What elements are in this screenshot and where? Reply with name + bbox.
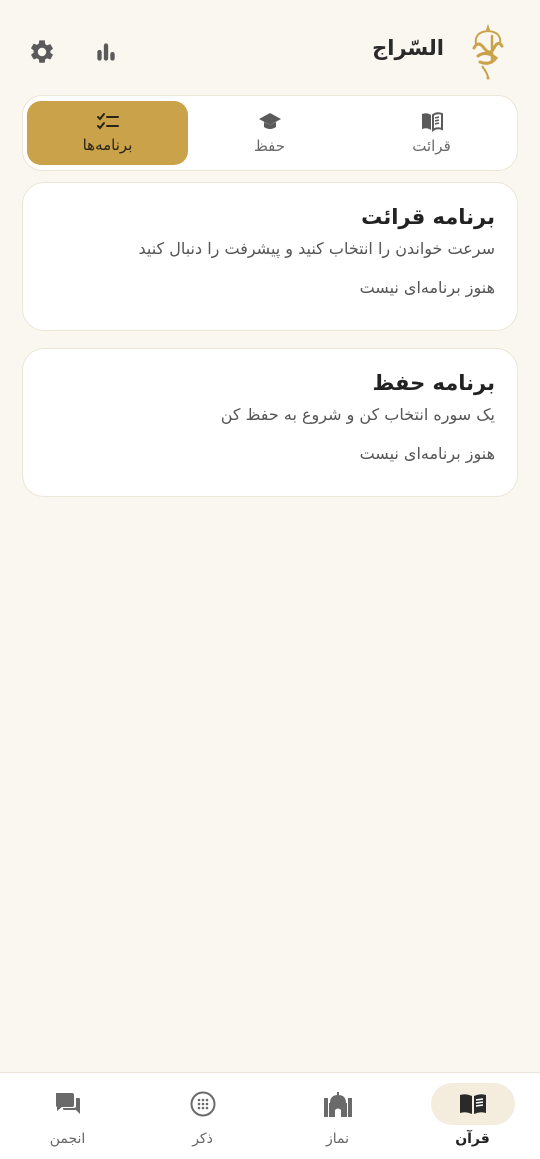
tab-reading-label: قرائت	[412, 137, 451, 155]
tab-memorize[interactable]: حفظ	[189, 101, 350, 165]
checklist-icon	[96, 113, 119, 130]
nav-quran[interactable]: قرآن	[405, 1073, 540, 1159]
nav-prayer[interactable]: نماز	[270, 1073, 405, 1159]
card-subtitle: سرعت خواندن را انتخاب کنید و پیشرفت را د…	[138, 239, 495, 258]
nav-community-label: انجمن	[49, 1131, 86, 1147]
nav-dhikr[interactable]: ذکر	[135, 1073, 270, 1159]
nav-icon-container	[430, 1083, 515, 1125]
open-book-icon	[421, 112, 443, 132]
nav-community[interactable]: انجمن	[0, 1073, 135, 1159]
card-subtitle: یک سوره انتخاب کن و شروع به حفظ کن	[220, 405, 495, 424]
tasbih-icon	[190, 1091, 215, 1117]
siraj-logo-icon	[468, 22, 508, 80]
mosque-icon	[323, 1092, 352, 1117]
tab-memorize-label: حفظ	[253, 137, 286, 155]
quran-book-icon	[459, 1094, 486, 1114]
card-title: برنامه حفظ	[372, 371, 495, 395]
graduation-cap-icon	[258, 113, 281, 129]
nav-prayer-label: نماز	[325, 1131, 350, 1147]
nav-icon-container	[161, 1083, 245, 1125]
empty-state-text: هنوز برنامه‌ای نیست	[359, 278, 495, 297]
nav-icon-container	[296, 1083, 380, 1125]
bar-chart-icon	[97, 43, 115, 61]
nav-icon-container	[26, 1083, 110, 1125]
empty-state-text: هنوز برنامه‌ای نیست	[359, 444, 495, 463]
nav-quran-label: قرآن	[455, 1131, 490, 1147]
section-tabs: قرائت حفظ برنامه‌ها	[22, 95, 518, 171]
bottom-navigation: قرآن نماز ذکر انجمن	[0, 1072, 540, 1159]
memorize-plan-card[interactable]: برنامه حفظ یک سوره انتخاب کن و شروع به ح…	[22, 348, 518, 497]
tab-plans-label: برنامه‌ها	[82, 136, 133, 154]
card-title: برنامه قرائت	[361, 205, 495, 229]
stats-button[interactable]	[90, 36, 122, 68]
tab-plans[interactable]: برنامه‌ها	[27, 101, 188, 165]
nav-dhikr-label: ذکر	[192, 1131, 213, 1147]
app-header: السّراج	[0, 0, 540, 100]
tab-reading[interactable]: قرائت	[351, 101, 512, 165]
chat-bubbles-icon	[55, 1093, 80, 1114]
app-title: السّراج	[372, 36, 444, 60]
gear-icon	[31, 40, 53, 63]
reading-plan-card[interactable]: برنامه قرائت سرعت خواندن را انتخاب کنید …	[22, 182, 518, 331]
settings-button[interactable]	[26, 36, 58, 68]
